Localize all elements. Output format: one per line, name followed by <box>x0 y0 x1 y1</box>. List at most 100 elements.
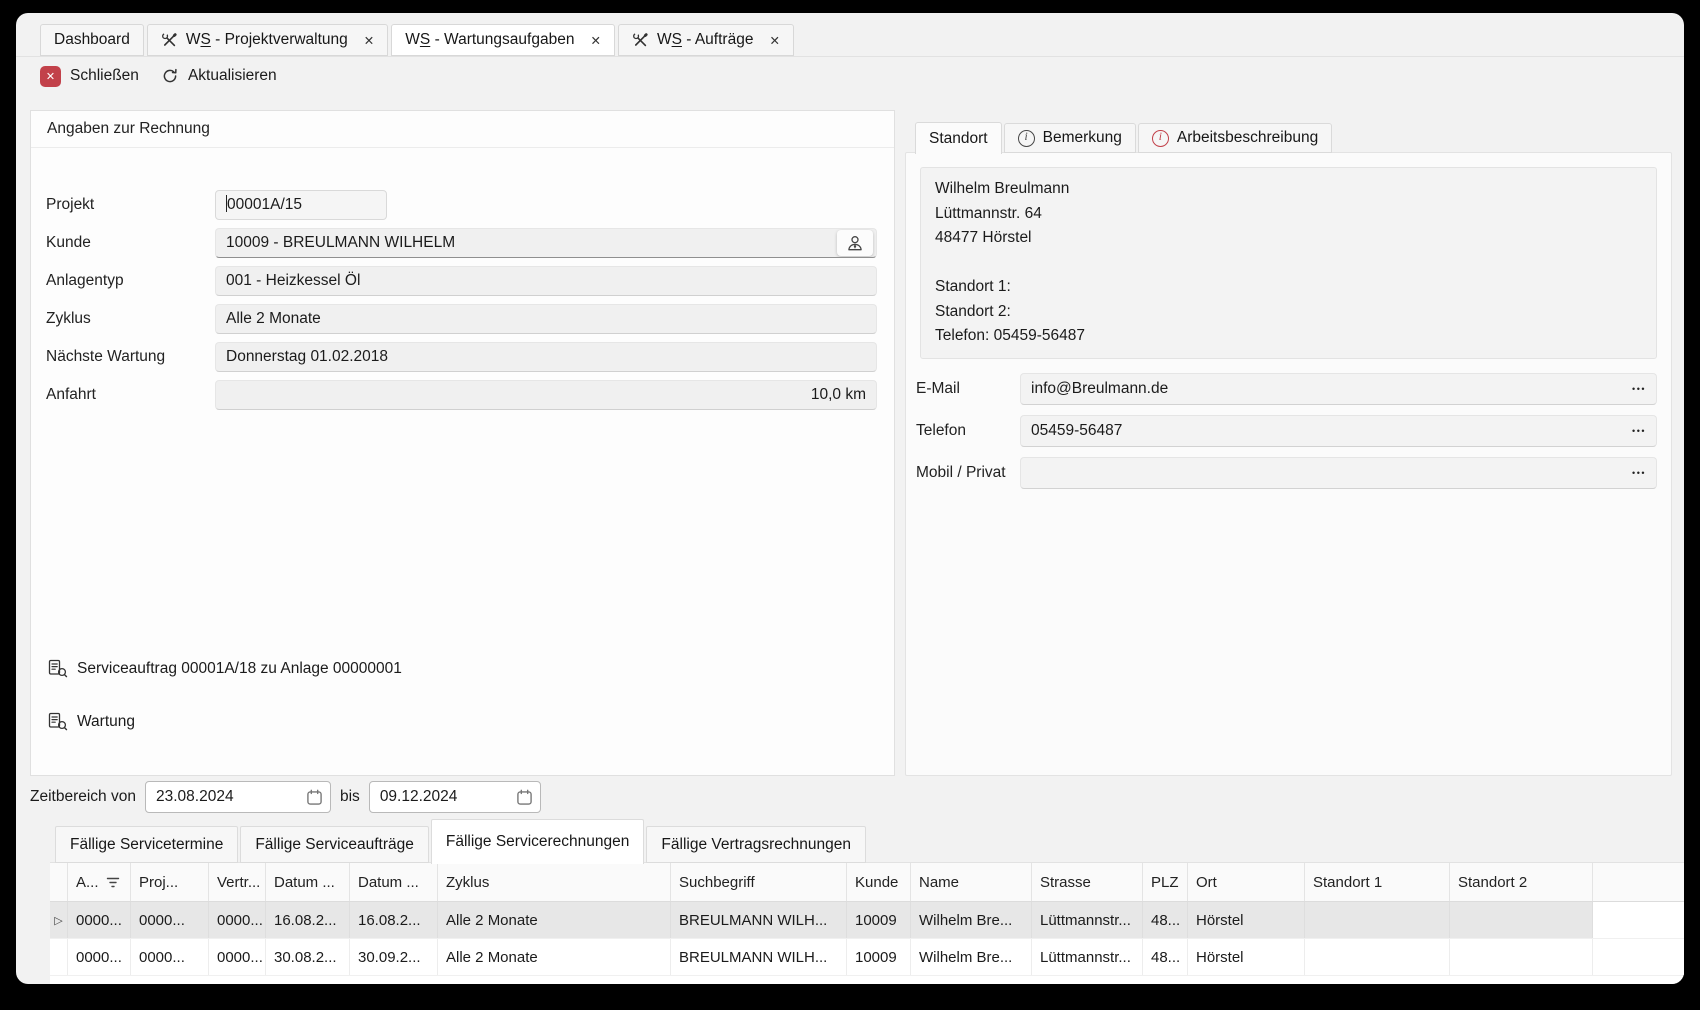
bottom-tab-fällige-servicerechnungen[interactable]: Fällige Servicerechnungen <box>431 819 645 864</box>
row-expander-icon[interactable] <box>50 939 68 975</box>
date-range: Zeitbereich von 23.08.2024 bis 09.12.202… <box>30 781 541 813</box>
telefon-value: 05459-56487 <box>1031 422 1122 439</box>
document-search-icon <box>48 659 68 678</box>
table-cell: Alle 2 Monate <box>438 939 671 975</box>
standort-tab-standort[interactable]: Standort <box>915 122 1002 154</box>
naechste-wartung-input[interactable]: Donnerstag 01.02.2018 <box>215 342 877 372</box>
app-tab-ws-aufträge[interactable]: WS - Aufträge ✕ <box>618 24 794 56</box>
naechste-wartung-value: Donnerstag 01.02.2018 <box>226 348 388 365</box>
tab-label: WS - Projektverwaltung <box>186 31 348 49</box>
row-expander-icon[interactable]: ▷ <box>50 902 68 938</box>
column-header-label: Datum ... <box>274 874 335 891</box>
table-cell: Wilhelm Bre... <box>911 902 1032 938</box>
address-line <box>935 251 1642 276</box>
table-cell <box>1305 902 1450 938</box>
ellipsis-button[interactable]: ••• <box>1632 416 1646 446</box>
column-header-filler <box>1593 863 1684 901</box>
app-tab-ws-projektverwaltung[interactable]: WS - Projektverwaltung ✕ <box>147 24 388 56</box>
column-header-label: Kunde <box>855 874 898 891</box>
table-cell: 30.09.2... <box>350 939 438 975</box>
anlagentyp-input[interactable]: 001 - Heizkessel Öl <box>215 266 877 296</box>
tab-label: Fällige Serviceaufträge <box>255 836 414 854</box>
column-header-expander[interactable] <box>50 863 68 901</box>
column-header-proj[interactable]: Proj... <box>131 863 209 901</box>
date-to-input[interactable]: 09.12.2024 <box>369 781 541 813</box>
column-header-ort[interactable]: Ort <box>1188 863 1305 901</box>
app-tab-ws-wartungsaufgaben[interactable]: WS - Wartungsaufgaben✕ <box>391 24 615 56</box>
tab-close-icon[interactable]: ✕ <box>364 33 374 48</box>
address-line: Standort 1: <box>935 275 1642 300</box>
close-button[interactable]: ✕ Schließen <box>40 66 139 87</box>
tab-close-icon[interactable]: ✕ <box>769 33 779 48</box>
customer-lookup-button[interactable] <box>837 230 873 256</box>
column-header-a[interactable]: A... <box>68 863 131 901</box>
column-header-kunde[interactable]: Kunde <box>847 863 911 901</box>
table-cell: 48... <box>1143 939 1188 975</box>
close-icon: ✕ <box>40 66 61 87</box>
app-window: Dashboard WS - Projektverwaltung✕WS - Wa… <box>16 13 1684 984</box>
wartung-link-label: Wartung <box>77 713 135 731</box>
invoice-panel-title: Angaben zur Rechnung <box>31 111 894 148</box>
telefon-input[interactable]: 05459-56487 ••• <box>1020 415 1657 447</box>
field-label-kunde: Kunde <box>31 234 215 252</box>
column-header-strasse[interactable]: Strasse <box>1032 863 1143 901</box>
column-header-name[interactable]: Name <box>911 863 1032 901</box>
table-cell: 0000... <box>209 902 266 938</box>
column-header-label: Standort 1 <box>1313 874 1382 891</box>
tab-close-icon[interactable]: ✕ <box>590 33 600 48</box>
bottom-tab-fällige-servicetermine[interactable]: Fällige Servicetermine <box>55 826 238 863</box>
email-input[interactable]: info@Breulmann.de ••• <box>1020 373 1657 405</box>
standort-tab-bemerkung[interactable]: iBemerkung <box>1004 123 1136 153</box>
column-header-label: Vertr... <box>217 874 260 891</box>
address-line: Standort 2: <box>935 300 1642 325</box>
tab-label: Dashboard <box>54 31 130 49</box>
refresh-button[interactable]: Aktualisieren <box>161 67 277 85</box>
person-icon <box>845 235 865 251</box>
column-header-label: Ort <box>1196 874 1217 891</box>
column-header-plz[interactable]: PLZ <box>1143 863 1188 901</box>
zyklus-input[interactable]: Alle 2 Monate <box>215 304 877 334</box>
column-header-suchbegriff[interactable]: Suchbegriff <box>671 863 847 901</box>
bottom-tab-fällige-serviceaufträge[interactable]: Fällige Serviceaufträge <box>240 826 429 863</box>
column-header-label: PLZ <box>1151 874 1179 891</box>
table-cell: 10009 <box>847 939 911 975</box>
table-cell: Lüttmannstr... <box>1032 939 1143 975</box>
column-header-vertr[interactable]: Vertr... <box>209 863 266 901</box>
form-row-projekt: Projekt 00001A/15 <box>31 190 894 220</box>
app-tab-dashboard[interactable]: Dashboard <box>40 24 144 56</box>
column-header-label: Proj... <box>139 874 178 891</box>
column-header-datum[interactable]: Datum ... <box>350 863 438 901</box>
projekt-input[interactable]: 00001A/15 <box>215 190 387 220</box>
grid-header: A... Proj...Vertr...Datum ...Datum ...Zy… <box>50 862 1684 902</box>
wartung-link[interactable]: Wartung <box>48 712 135 731</box>
info-icon: i <box>1018 130 1035 147</box>
sort-ascending-icon <box>106 877 120 888</box>
row-filler <box>1593 939 1684 975</box>
date-from-input[interactable]: 23.08.2024 <box>145 781 331 813</box>
ellipsis-button[interactable]: ••• <box>1632 374 1646 404</box>
form-row-zyklus: Zyklus Alle 2 Monate <box>31 304 894 334</box>
tab-label: WS - Aufträge <box>657 31 754 49</box>
standort-tab-arbeitsbeschreibung[interactable]: iArbeitsbeschreibung <box>1138 123 1332 153</box>
form-row-kunde: Kunde 10009 - BREULMANN WILHELM <box>31 228 894 258</box>
kunde-input[interactable]: 10009 - BREULMANN WILHELM <box>215 228 877 258</box>
column-header-datum[interactable]: Datum ... <box>266 863 350 901</box>
address-line: Wilhelm Breulmann <box>935 177 1642 202</box>
column-header-standort-1[interactable]: Standort 1 <box>1305 863 1450 901</box>
mobil-input[interactable]: ••• <box>1020 457 1657 489</box>
anfahrt-input[interactable]: 10,0 km <box>215 380 877 410</box>
tab-label: Arbeitsbeschreibung <box>1177 129 1318 147</box>
date-range-label: Zeitbereich von <box>30 788 136 806</box>
tools-icon <box>632 32 649 49</box>
table-cell: Hörstel <box>1188 939 1305 975</box>
table-row[interactable]: 0000...0000...0000...30.08.2...30.09.2..… <box>50 939 1684 976</box>
column-header-standort-2[interactable]: Standort 2 <box>1450 863 1593 901</box>
table-row[interactable]: ▷0000...0000...0000...16.08.2...16.08.2.… <box>50 902 1684 939</box>
serviceauftrag-link[interactable]: Serviceauftrag 00001A/18 zu Anlage 00000… <box>48 659 402 678</box>
bottom-tab-fällige-vertragsrechnungen[interactable]: Fällige Vertragsrechnungen <box>646 826 866 863</box>
calendar-icon[interactable] <box>306 789 323 806</box>
column-header-zyklus[interactable]: Zyklus <box>438 863 671 901</box>
ellipsis-button[interactable]: ••• <box>1632 458 1646 488</box>
calendar-icon[interactable] <box>516 789 533 806</box>
address-box: Wilhelm BreulmannLüttmannstr. 6448477 Hö… <box>920 167 1657 359</box>
